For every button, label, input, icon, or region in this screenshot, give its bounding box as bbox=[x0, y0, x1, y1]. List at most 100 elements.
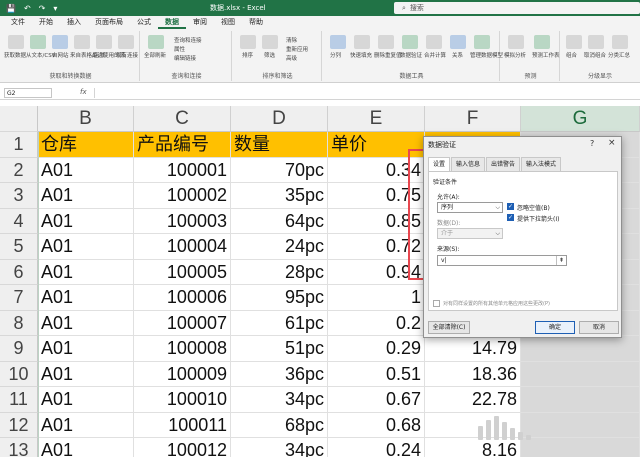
get-data-icon[interactable] bbox=[8, 35, 24, 49]
column-header-c[interactable]: C bbox=[134, 106, 231, 132]
column-header-g[interactable]: G bbox=[521, 106, 640, 132]
table-cell[interactable]: 100007 bbox=[134, 310, 231, 336]
row-header[interactable]: 2 bbox=[0, 157, 38, 183]
table-cell[interactable]: 14.79 bbox=[425, 336, 521, 362]
row-header[interactable]: 5 bbox=[0, 234, 38, 260]
column-header-b[interactable]: B bbox=[38, 106, 134, 132]
tab-settings[interactable]: 设置 bbox=[428, 157, 451, 171]
table-cell[interactable]: 0.67 bbox=[328, 387, 425, 413]
row-header[interactable]: 8 bbox=[0, 310, 38, 336]
table-cell[interactable]: A01 bbox=[38, 336, 134, 362]
advanced-button[interactable]: 高级 bbox=[286, 54, 297, 62]
table-cell[interactable]: 100003 bbox=[134, 208, 231, 234]
table-cell[interactable]: 18.36 bbox=[425, 361, 521, 387]
tab-ime-mode[interactable]: 输入法模式 bbox=[521, 157, 562, 171]
table-cell[interactable]: 100009 bbox=[134, 361, 231, 387]
subtotal-button[interactable]: 分类汇总 bbox=[608, 51, 630, 59]
tab-view[interactable]: 视图 bbox=[214, 16, 242, 29]
remove-duplicates-icon[interactable] bbox=[378, 35, 394, 49]
table-cell[interactable]: 68pc bbox=[231, 412, 328, 438]
table-cell[interactable]: 100004 bbox=[134, 234, 231, 260]
table-cell[interactable]: 35pc bbox=[231, 183, 328, 209]
from-table-icon[interactable] bbox=[74, 35, 90, 49]
table-cell[interactable]: A01 bbox=[38, 387, 134, 413]
relationships-button[interactable]: 关系 bbox=[452, 51, 463, 59]
ok-button[interactable]: 确定 bbox=[535, 321, 575, 334]
table-cell[interactable] bbox=[521, 387, 640, 413]
recent-sources-icon[interactable] bbox=[96, 35, 112, 49]
table-cell[interactable]: 22.78 bbox=[425, 387, 521, 413]
table-cell[interactable]: A01 bbox=[38, 438, 134, 457]
table-cell[interactable]: 100011 bbox=[134, 412, 231, 438]
relationships-icon[interactable] bbox=[450, 35, 466, 49]
dropdown-arrow-checkbox[interactable]: ✓ bbox=[507, 214, 514, 221]
column-header-f[interactable]: F bbox=[425, 106, 521, 132]
row-header[interactable]: 10 bbox=[0, 361, 38, 387]
search-box[interactable]: ⌕ 搜索 bbox=[394, 2, 640, 14]
sort-button[interactable]: 排序 bbox=[242, 51, 253, 59]
row-header[interactable]: 4 bbox=[0, 208, 38, 234]
source-input[interactable]: v| ⇞ bbox=[437, 255, 567, 266]
flash-fill-icon[interactable] bbox=[354, 35, 370, 49]
data-validation-icon[interactable] bbox=[402, 35, 418, 49]
table-cell[interactable] bbox=[521, 361, 640, 387]
clear-all-button[interactable]: 全部清除(C) bbox=[428, 321, 470, 334]
table-cell[interactable]: 95pc bbox=[231, 285, 328, 311]
flash-fill-button[interactable]: 快速填充 bbox=[350, 51, 372, 59]
tab-home[interactable]: 开始 bbox=[32, 16, 60, 29]
row-header[interactable]: 11 bbox=[0, 387, 38, 413]
table-cell[interactable]: A01 bbox=[38, 412, 134, 438]
apply-all-checkbox[interactable] bbox=[433, 300, 440, 307]
tab-file[interactable]: 文件 bbox=[4, 16, 32, 29]
forecast-sheet-icon[interactable] bbox=[534, 35, 550, 49]
row-header[interactable]: 13 bbox=[0, 438, 38, 457]
table-cell[interactable]: 34pc bbox=[231, 387, 328, 413]
table-cell[interactable]: 100001 bbox=[134, 157, 231, 183]
properties-button[interactable]: 属性 bbox=[174, 45, 185, 53]
get-data-button[interactable]: 获取数据 bbox=[4, 51, 26, 59]
data-validation-button[interactable]: 数据验证 bbox=[400, 51, 422, 59]
formula-input[interactable] bbox=[94, 88, 638, 98]
edit-links-button[interactable]: 编辑链接 bbox=[174, 54, 196, 62]
table-cell[interactable]: 36pc bbox=[231, 361, 328, 387]
table-cell[interactable]: A01 bbox=[38, 361, 134, 387]
row-header[interactable]: 12 bbox=[0, 412, 38, 438]
fx-icon[interactable]: fx bbox=[80, 88, 87, 96]
table-cell[interactable]: 100008 bbox=[134, 336, 231, 362]
data-model-button[interactable]: 管理数据模型 bbox=[470, 51, 503, 59]
refresh-all-button[interactable]: 全部刷新 bbox=[144, 51, 166, 59]
row-header[interactable]: 1 bbox=[0, 132, 38, 158]
what-if-icon[interactable] bbox=[508, 35, 524, 49]
table-cell[interactable]: A01 bbox=[38, 259, 134, 285]
table-cell[interactable]: A01 bbox=[38, 285, 134, 311]
table-cell[interactable]: 100006 bbox=[134, 285, 231, 311]
save-icon[interactable]: 💾 bbox=[6, 4, 16, 13]
existing-connections-icon[interactable] bbox=[118, 35, 134, 49]
table-cell[interactable]: 100002 bbox=[134, 183, 231, 209]
consolidate-icon[interactable] bbox=[426, 35, 442, 49]
table-cell[interactable]: 0.51 bbox=[328, 361, 425, 387]
header-cell[interactable]: 产品编号 bbox=[134, 132, 231, 158]
table-cell[interactable] bbox=[521, 438, 640, 457]
select-all-corner[interactable] bbox=[0, 106, 38, 132]
table-cell[interactable]: 100005 bbox=[134, 259, 231, 285]
ungroup-icon[interactable] bbox=[588, 35, 604, 49]
column-header-e[interactable]: E bbox=[328, 106, 425, 132]
header-cell[interactable]: 数量 bbox=[231, 132, 328, 158]
table-cell[interactable]: 0.68 bbox=[328, 412, 425, 438]
filter-icon[interactable] bbox=[262, 35, 278, 49]
table-cell[interactable]: 1 bbox=[328, 285, 425, 311]
subtotal-icon[interactable] bbox=[612, 35, 628, 49]
tab-data[interactable]: 数据 bbox=[158, 16, 186, 29]
consolidate-button[interactable]: 合并计算 bbox=[424, 51, 446, 59]
row-header[interactable]: 3 bbox=[0, 183, 38, 209]
from-web-icon[interactable] bbox=[52, 35, 68, 49]
customize-toolbar-icon[interactable]: ▾ bbox=[53, 4, 57, 13]
table-cell[interactable]: 61pc bbox=[231, 310, 328, 336]
tab-formulas[interactable]: 公式 bbox=[130, 16, 158, 29]
cancel-button[interactable]: 取消 bbox=[579, 321, 619, 334]
undo-icon[interactable]: ↶ bbox=[24, 4, 31, 13]
table-cell[interactable]: 100010 bbox=[134, 387, 231, 413]
close-icon[interactable]: × bbox=[608, 138, 616, 148]
table-cell[interactable]: 34pc bbox=[231, 438, 328, 457]
